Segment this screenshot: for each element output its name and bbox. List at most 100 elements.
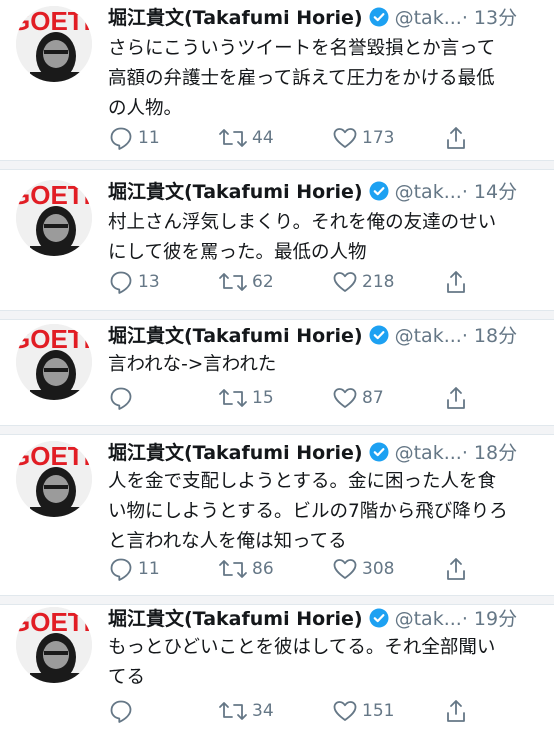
tweet-divider: [0, 160, 554, 170]
tweet-header: 堀江貴文(Takafumi Horie) @tak...· 19分: [108, 605, 544, 633]
like-count: 218: [362, 272, 395, 292]
retweet-button[interactable]: 44: [218, 124, 274, 152]
timestamp[interactable]: · 18分: [462, 325, 517, 347]
retweet-count: 44: [252, 128, 274, 148]
avatar[interactable]: GOETH: [16, 180, 92, 256]
like-button[interactable]: 218: [332, 268, 394, 296]
timestamp[interactable]: · 19分: [462, 608, 517, 630]
tweet-text-line: 人を金で支配しようとする。金に困った人を食: [108, 471, 496, 492]
avatar[interactable]: GOETH: [16, 607, 92, 683]
tweet-divider: [0, 310, 554, 320]
retweet-count: 15: [252, 388, 274, 408]
avatar[interactable]: GOETH: [16, 6, 92, 82]
tweet-text: 言われな->言われた: [108, 350, 548, 380]
share-icon: [444, 385, 468, 411]
display-name[interactable]: 堀江貴文(Takafumi Horie): [108, 181, 363, 203]
retweet-count: 86: [252, 559, 274, 579]
timestamp[interactable]: · 13分: [462, 7, 517, 29]
svg-text:GOETH: GOETH: [16, 441, 92, 471]
like-button[interactable]: 173: [332, 124, 394, 152]
timeline: GOETH 堀江貴文(Takafumi Horie)@tak...· 13分 さ…: [0, 0, 554, 735]
svg-text:GOETH: GOETH: [16, 180, 92, 210]
verified-badge-icon: [369, 7, 389, 32]
tweet-text: 人を金で支配しようとする。金に困った人を食 い物にしようとする。ビルの7階から飛び…: [108, 467, 548, 557]
reply-button[interactable]: [108, 384, 138, 412]
display-name[interactable]: 堀江貴文(Takafumi Horie): [108, 608, 363, 630]
share-button[interactable]: [444, 555, 468, 583]
reply-count: 13: [138, 272, 160, 292]
display-name[interactable]: 堀江貴文(Takafumi Horie): [108, 325, 363, 347]
heart-icon: [332, 557, 358, 581]
handle[interactable]: @tak...: [395, 7, 462, 29]
reply-button[interactable]: [108, 697, 138, 725]
retweet-icon: [218, 699, 248, 723]
tweet-text-line: い物にしようとする。ビルの7階から飛び降りろ: [108, 501, 508, 522]
retweet-button[interactable]: 34: [218, 697, 274, 725]
reply-icon: [108, 269, 134, 295]
tweet-text: もっとひどいことを彼はしてる。それ全部聞い てる: [108, 633, 548, 693]
retweet-icon: [218, 386, 248, 410]
like-button[interactable]: 308: [332, 555, 394, 583]
heart-icon: [332, 386, 358, 410]
handle[interactable]: @tak...: [395, 181, 462, 203]
reply-icon: [108, 556, 134, 582]
tweet-text-line: てる: [108, 667, 146, 688]
share-button[interactable]: [444, 384, 468, 412]
tweet-text-line: 言われな->言われた: [108, 354, 277, 375]
tweet-text: 村上さん浮気しまくり。それを俺の友達のせい にして彼を罵った。最低の人物: [108, 208, 548, 268]
retweet-button[interactable]: 15: [218, 384, 274, 412]
share-button[interactable]: [444, 697, 468, 725]
tweet-text-line: もっとひどいことを彼はしてる。それ全部聞い: [108, 637, 496, 658]
tweet-actions: 34 151: [108, 697, 528, 725]
timestamp[interactable]: · 18分: [462, 442, 517, 464]
tweet-actions: 11 86 308: [108, 555, 528, 583]
heart-icon: [332, 699, 358, 723]
avatar[interactable]: GOETH: [16, 324, 92, 400]
handle[interactable]: @tak...: [395, 325, 462, 347]
tweet-actions: 13 62 218: [108, 268, 528, 296]
reply-icon: [108, 698, 134, 724]
verified-badge-icon: [369, 181, 389, 206]
tweet-card[interactable]: GOETH 堀江貴文(Takafumi Horie) @tak...· 18分 人…: [0, 435, 554, 595]
reply-count: 11: [138, 128, 160, 148]
retweet-icon: [218, 557, 248, 581]
tweet-card[interactable]: GOETH 堀江貴文(Takafumi Horie) @tak...· 19分 も…: [0, 605, 554, 735]
handle[interactable]: @tak...: [395, 442, 462, 464]
reply-button[interactable]: 11: [108, 555, 160, 583]
tweet-text-line: 高額の弁護士を雇って訴えて圧力をかける最低: [108, 68, 495, 89]
svg-text:GOETH: GOETH: [16, 324, 92, 354]
like-count: 87: [362, 388, 384, 408]
reply-count: 11: [138, 559, 160, 579]
reply-button[interactable]: 11: [108, 124, 160, 152]
tweet-card[interactable]: GOETH 堀江貴文(Takafumi Horie) @tak...· 13分 さ…: [0, 0, 554, 160]
share-button[interactable]: [444, 268, 468, 296]
svg-text:GOETH: GOETH: [16, 6, 92, 36]
tweet-header: 堀江貴文(Takafumi Horie) @tak...· 13分: [108, 4, 544, 32]
handle[interactable]: @tak...: [395, 608, 462, 630]
like-count: 308: [362, 559, 395, 579]
retweet-button[interactable]: 86: [218, 555, 274, 583]
share-button[interactable]: [444, 124, 468, 152]
share-icon: [444, 125, 468, 151]
share-icon: [444, 269, 468, 295]
tweet-card[interactable]: GOETH 堀江貴文(Takafumi Horie) @tak...· 18分 言…: [0, 320, 554, 425]
tweet-header: 堀江貴文(Takafumi Horie) @tak...· 18分: [108, 439, 544, 467]
like-button[interactable]: 151: [332, 697, 394, 725]
retweet-count: 34: [252, 701, 274, 721]
retweet-button[interactable]: 62: [218, 268, 274, 296]
tweet-card[interactable]: GOETH 堀江貴文(Takafumi Horie) @tak...· 14分 村…: [0, 170, 554, 310]
timestamp[interactable]: · 14分: [462, 181, 517, 203]
verified-badge-icon: [369, 442, 389, 467]
tweet-actions: 11 44 173: [108, 124, 528, 152]
display-name[interactable]: 堀江貴文(Takafumi Horie): [108, 7, 363, 29]
tweet-actions: 15 87: [108, 384, 528, 412]
tweet-text-line: さらにこういうツイートを名誉毀損とか言って: [108, 38, 496, 59]
display-name[interactable]: 堀江貴文(Takafumi Horie): [108, 442, 363, 464]
tweet-text-line: と言われな人を俺は知ってる: [108, 531, 347, 552]
like-button[interactable]: 87: [332, 384, 384, 412]
tweet-divider: [0, 595, 554, 605]
reply-button[interactable]: 13: [108, 268, 160, 296]
avatar[interactable]: GOETH: [16, 441, 92, 517]
verified-badge-icon: [369, 325, 389, 350]
tweet-header: 堀江貴文(Takafumi Horie) @tak...· 18分: [108, 322, 544, 350]
